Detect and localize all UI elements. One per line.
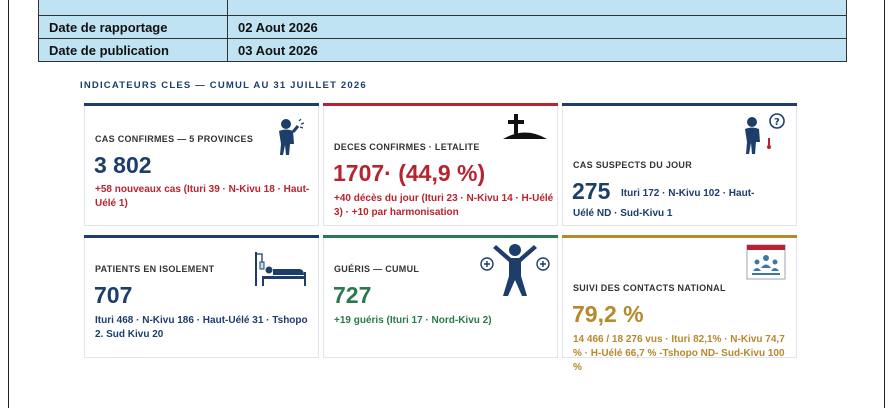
card-label: CAS CONFIRMES — 5 PROVINCES — [95, 134, 254, 144]
table-row — [38, 0, 847, 16]
card-subtext: Ituri 468 · N-Kivu 186 · Haut-Uélé 31 · … — [95, 315, 308, 340]
card-value: 707 — [94, 282, 133, 308]
card-deces-confirmes: DECES CONFIRMES · LETALITE 1707· (44,9 %… — [323, 103, 558, 226]
card-value: 1707· (44,9 %) — [333, 160, 486, 186]
report-dates-table: Date de rapportage 02 Aout 2026 Date de … — [38, 0, 847, 62]
card-top-bar — [84, 103, 319, 106]
contacts-group-icon — [746, 244, 786, 280]
card-subtext: Uélé ND · Sud-Kivu 1 — [573, 208, 673, 219]
card-top-bar — [323, 235, 558, 238]
card-label: DECES CONFIRMES · LETALITE — [334, 142, 480, 152]
card-label: SUIVI DES CONTACTS NATIONAL — [573, 283, 726, 293]
section-title: INDICATEURS CLES — CUMUL AU 31 JUILLET 2… — [80, 80, 367, 91]
card-gueris: GUÉRIS — CUMUL 727 +19 guéris (Ituri 17 … — [323, 235, 558, 358]
table-row: Date de rapportage 02 Aout 2026 — [38, 15, 847, 39]
card-inline-subtext: Ituri 172 · N-Kivu 102 · Haut- — [621, 188, 755, 199]
card-top-bar — [84, 235, 319, 238]
card-top-bar — [562, 103, 797, 106]
person-recovered-icon — [480, 244, 550, 296]
card-cas-suspects: CAS SUSPECTS DU JOUR 275 Ituri 172 · N-K… — [562, 103, 797, 226]
grave-cross-icon — [503, 114, 547, 139]
date-publication-value: 03 Aout 2026 — [227, 38, 847, 62]
card-value: 727 — [333, 282, 372, 308]
card-subtext: +19 guéris (Ituri 17 · Nord-Kivu 2) — [334, 315, 492, 326]
card-label: CAS SUSPECTS DU JOUR — [573, 160, 693, 170]
card-suivi-contacts: SUIVI DES CONTACTS NATIONAL 79,2 % 14 46… — [562, 235, 797, 373]
card-value: 275 — [572, 178, 611, 204]
card-label: PATIENTS EN ISOLEMENT — [95, 264, 215, 274]
date-publication-label: Date de publication — [38, 38, 228, 62]
card-patients-isolement: PATIENTS EN ISOLEMENT 707 Ituri 468 · N-… — [84, 235, 319, 358]
card-value: 3 802 — [94, 152, 152, 178]
card-label: GUÉRIS — CUMUL — [334, 264, 420, 274]
card-top-bar — [562, 235, 797, 238]
person-question-icon: ? — [745, 113, 785, 154]
table-row: Date de publication 03 Aout 2026 — [38, 38, 847, 62]
card-subtext: +58 nouveaux cas (Ituri 39 · N-Kivu 18 ·… — [95, 184, 310, 209]
hospital-bed-icon — [255, 252, 306, 286]
card-top-bar — [323, 103, 558, 106]
card-cas-confirmes: CAS CONFIRMES — 5 PROVINCES 3 802 +58 no… — [84, 103, 319, 226]
card-subtext: 14 466 / 18 276 vus · Ituri 82,1% · N-Ki… — [573, 334, 785, 373]
card-value: 79,2 % — [572, 301, 644, 327]
person-coughing-icon — [279, 118, 305, 155]
svg-text:?: ? — [774, 117, 780, 128]
card-subtext: +40 décès du jour (Ituri 23 · N-Kivu 14 … — [334, 193, 554, 218]
date-rapportage-value: 02 Aout 2026 — [227, 15, 847, 39]
date-rapportage-label: Date de rapportage — [38, 15, 228, 39]
